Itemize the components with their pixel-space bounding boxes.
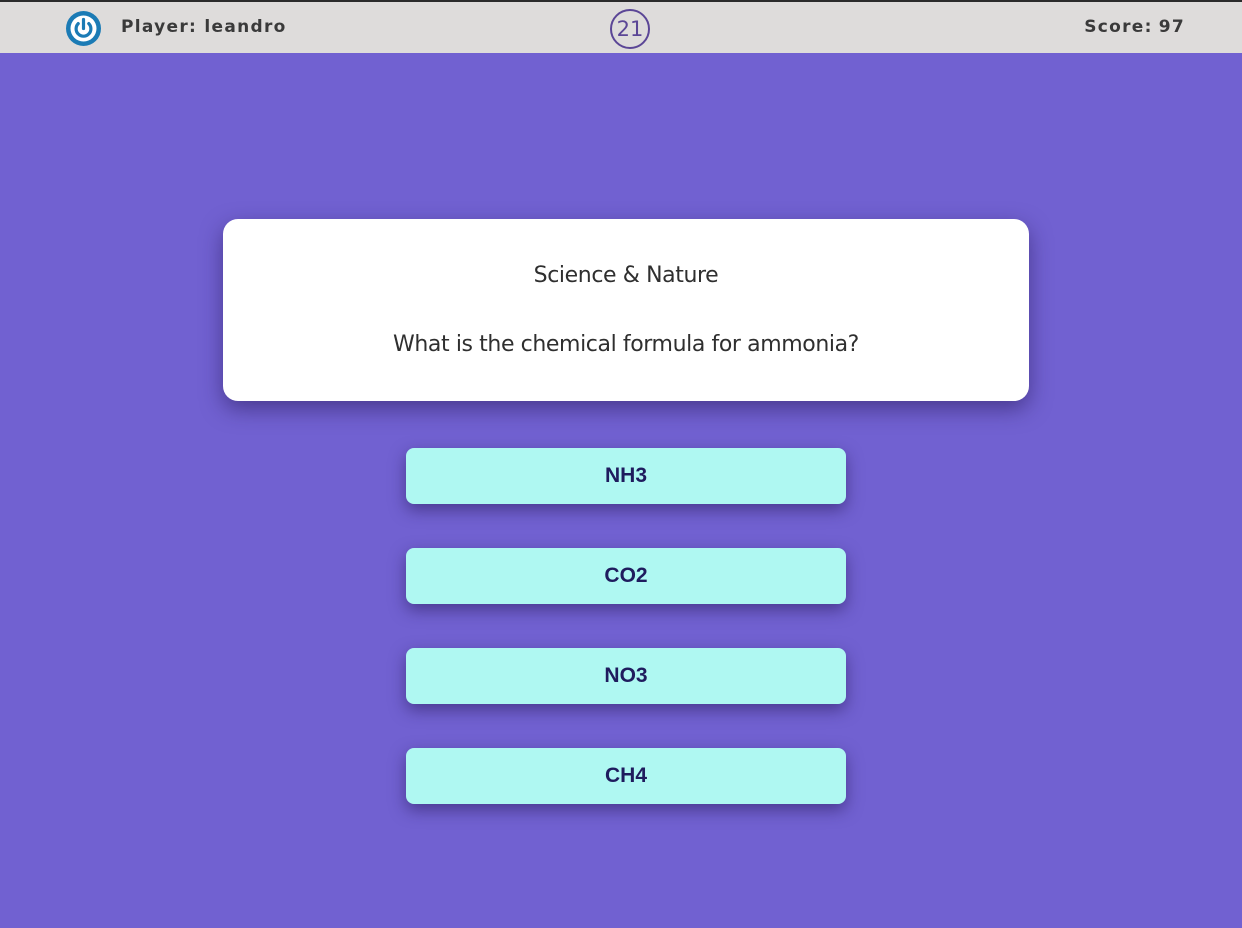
player-label: Player: (121, 17, 198, 37)
question-text: What is the chemical formula for ammonia… (393, 332, 859, 357)
player-name: leandro (204, 17, 287, 37)
player-info: Player: leandro (121, 17, 287, 37)
countdown-timer: 21 (610, 9, 650, 49)
question-category: Science & Nature (533, 263, 719, 288)
score-display: Score: 97 (1084, 17, 1185, 37)
answer-button[interactable]: NO3 (406, 648, 846, 704)
score-value: 97 (1158, 17, 1185, 37)
power-icon[interactable] (65, 10, 102, 47)
score-label: Score: (1084, 17, 1153, 37)
answer-button[interactable]: CO2 (406, 548, 846, 604)
top-bar: Player: leandro 21 Score: 97 (0, 0, 1242, 53)
answer-button[interactable]: NH3 (406, 448, 846, 504)
question-card: Science & Nature What is the chemical fo… (223, 219, 1029, 401)
answer-button[interactable]: CH4 (406, 748, 846, 804)
